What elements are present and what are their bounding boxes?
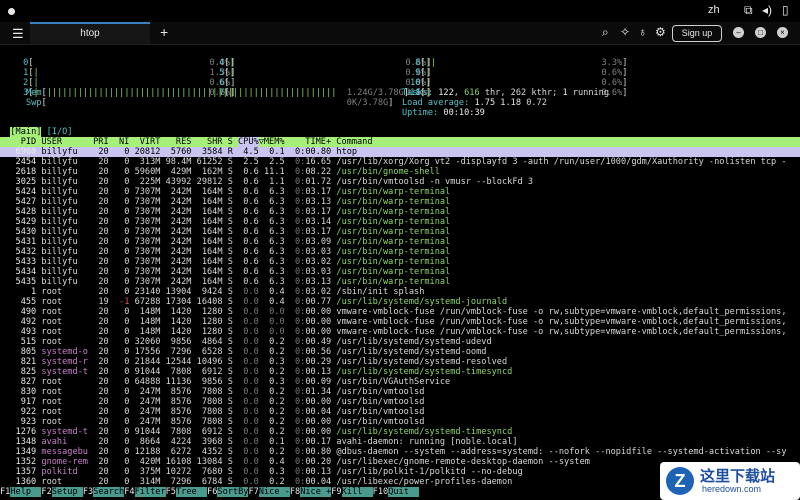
cpu-meter: 0[ 0.0%] — [18, 58, 236, 68]
process-row[interactable]: 5427 billyfu 20 0 7307M 242M 164M S 0.6 … — [0, 197, 451, 207]
battery-icon[interactable]: ▯ — [782, 3, 789, 17]
process-row[interactable]: 490 root 20 0 148M 1420 1280 S 0.0 0.0 0… — [0, 307, 787, 317]
process-row[interactable]: 515 root 20 0 32060 9856 4864 S 0.0 0.2 … — [0, 337, 492, 347]
cpu-meter: 2[| 0.6%] — [18, 78, 236, 88]
fkey-f1[interactable]: F1Help — [0, 487, 42, 497]
process-row[interactable]: 5435 billyfu 20 0 7307M 242M 164M S 0.6 … — [0, 277, 451, 287]
process-row[interactable]: 2454 billyfu 20 0 313M 98.4M 61252 S 2.5… — [0, 157, 787, 167]
process-row[interactable]: 5424 billyfu 20 0 7307M 242M 164M S 0.6 … — [0, 187, 451, 197]
watermark: Z 这里下载站 heredown.com — [660, 462, 800, 500]
process-row[interactable]: 5433 billyfu 20 0 7307M 242M 164M S 0.6 … — [0, 257, 451, 267]
process-row[interactable]: 5430 billyfu 20 0 7307M 242M 164M S 0.6 … — [0, 227, 451, 237]
process-row[interactable]: 2618 billyfu 20 0 5960M 429M 162M S 0.6 … — [0, 167, 440, 177]
cpu-meter: 6[ 0.0%] — [214, 78, 432, 88]
fkey-f9[interactable]: F9Kill — [331, 487, 373, 497]
process-row[interactable]: 830 root 20 0 247M 8576 7808 S 0.0 0.2 0… — [0, 387, 425, 397]
close-icon[interactable]: × — [777, 27, 788, 38]
tab-main-label: Main — [15, 127, 37, 137]
warp-title-bar: ☰ htop + ⌕ ✧ ♁ ⚙ Sign up – □ × — [0, 22, 800, 45]
process-row[interactable]: 492 root 20 0 148M 1420 1280 S 0.0 0.0 0… — [0, 317, 787, 327]
minimize-icon[interactable]: – — [733, 27, 744, 38]
process-row[interactable]: 5428 billyfu 20 0 7307M 242M 164M S 0.6 … — [0, 207, 451, 217]
sign-up-button[interactable]: Sign up — [672, 25, 722, 42]
tab-io-label: I/O — [51, 127, 68, 137]
load-average: Load average: 1.75 1.18 0.72 — [402, 98, 547, 108]
process-row[interactable]: 1352 gnome-rem 20 0 420M 16108 13084 S 0… — [0, 457, 590, 467]
fkey-f3[interactable]: F3Search — [83, 487, 125, 497]
volume-icon[interactable]: ◂) — [762, 3, 772, 17]
desktop-window: zh ⧉ ◂) ▯ ☰ htop + ⌕ ✧ ♁ ⚙ Sign up – □ ×… — [0, 0, 800, 500]
cpu-meter: 1[| 1.3%] — [18, 68, 236, 78]
input-language[interactable]: zh — [708, 4, 720, 16]
process-row[interactable]: 6960 billyfu 20 0 20812 5760 3584 R 4.5 … — [0, 147, 800, 157]
process-row[interactable]: 1360 root 20 0 314M 7296 6784 S 0.0 0.2 … — [0, 477, 513, 487]
cpu-meter: 10[| 0.6%] — [410, 78, 628, 88]
tab-htop[interactable]: htop — [30, 22, 150, 44]
process-row[interactable]: 1357 polkitd 20 0 375M 10272 7680 S 0.0 … — [0, 467, 523, 477]
fkey-f8[interactable]: F8Nice + — [290, 487, 332, 497]
cpu-meter: 4[| 0.6%] — [214, 58, 432, 68]
process-row[interactable]: 923 root 20 0 247M 8576 7808 S 0.0 0.2 0… — [0, 417, 425, 427]
tab-label: htop — [80, 28, 100, 39]
process-row[interactable]: 825 systemd-t 20 0 91044 7808 6912 S 0.0… — [0, 367, 513, 377]
process-row[interactable]: 5434 billyfu 20 0 7307M 242M 164M S 0.6 … — [0, 267, 451, 277]
watermark-title: 这里下载站 — [700, 468, 776, 485]
watermark-logo: Z — [666, 467, 694, 495]
maximize-icon[interactable]: □ — [755, 27, 766, 38]
process-row[interactable]: 493 root 20 0 148M 1420 1280 S 0.0 0.0 0… — [0, 327, 787, 337]
column-header[interactable]: PID USER PRI NI VIRT RES SHR S CPU%▽MEM%… — [0, 137, 800, 147]
fkey-f7[interactable]: F7Nice - — [248, 487, 290, 497]
process-row[interactable]: 5429 billyfu 20 0 7307M 242M 164M S 0.6 … — [0, 217, 451, 227]
lightbulb-icon[interactable]: ♁ — [638, 25, 647, 39]
new-tab-plus-icon[interactable]: + — [160, 24, 168, 40]
swap-meter: Swp[ 0K/3.78G] — [26, 98, 394, 108]
process-row[interactable]: 805 systemd-o 20 0 17556 7296 6528 S 0.0… — [0, 347, 487, 357]
activities-indicator[interactable] — [8, 8, 15, 15]
tab-io[interactable]: [I/O] — [47, 127, 73, 137]
process-row[interactable]: 827 root 20 0 64888 11136 9856 S 0.0 0.3… — [0, 377, 451, 387]
process-row[interactable]: 821 systemd-r 20 0 21844 12544 10496 S 0… — [0, 357, 507, 367]
os-top-bar: zh ⧉ ◂) ▯ — [0, 0, 800, 22]
htop-tabs: [Main] [I/O] — [0, 127, 73, 137]
fkey-f4[interactable]: F4Filter — [124, 487, 166, 497]
ai-sparkle-icon[interactable]: ✧ — [620, 25, 630, 39]
fkey-f10[interactable]: F10Quit — [373, 487, 420, 497]
cpu-meter: 9[| 0.6%] — [410, 68, 628, 78]
cpu-meter: 8[|| 3.3%] — [410, 58, 628, 68]
process-row[interactable]: 5432 billyfu 20 0 7307M 242M 164M S 0.6 … — [0, 247, 451, 257]
cpu-meter: 5[| 0.6%] — [214, 68, 432, 78]
watermark-url: heredown.com — [702, 484, 762, 494]
gear-icon[interactable]: ⚙ — [655, 25, 666, 39]
fkey-f6[interactable]: F6SortBy — [207, 487, 249, 497]
fkey-f5[interactable]: F5Tree — [166, 487, 208, 497]
process-row[interactable]: 1 root 20 0 23140 13904 9424 S 0.0 0.4 0… — [0, 287, 424, 297]
process-row[interactable]: 1349 messagebu 20 0 12188 6272 4352 S 0.… — [0, 447, 787, 457]
tasks-summary: Tasks: 122, 616 thr, 262 kthr; 1 running — [402, 88, 610, 98]
terminal-area[interactable]: 0[ 0.0%] 1[| 1.3%] 2[| 0.6%] 3[| 0.6%] 4… — [0, 45, 800, 500]
uptime: Uptime: 00:10:39 — [402, 108, 485, 118]
process-row[interactable]: 3025 billyfu 20 0 225M 43992 29812 S 0.6… — [0, 177, 534, 187]
network-icon[interactable]: ⧉ — [744, 3, 753, 18]
search-icon[interactable]: ⌕ — [602, 25, 609, 40]
process-row[interactable]: 455 root 19 -1 67288 17304 16408 S 0.0 0… — [0, 297, 507, 307]
mem-meter: Mem[||||||||||||||||||||||||||||||||||||… — [26, 88, 409, 98]
process-row[interactable]: 922 root 20 0 247M 8576 7808 S 0.0 0.2 0… — [0, 407, 425, 417]
fkey-f2[interactable]: F2Setup — [41, 487, 83, 497]
tab-main[interactable]: [Main] — [10, 127, 42, 137]
process-row[interactable]: 5431 billyfu 20 0 7307M 242M 164M S 0.6 … — [0, 237, 451, 247]
process-row[interactable]: 1348 avahi 20 0 8664 4224 3968 S 0.0 0.1… — [0, 437, 518, 447]
process-row[interactable]: 917 root 20 0 247M 8576 7808 S 0.0 0.2 0… — [0, 397, 425, 407]
process-row[interactable]: 1276 systemd-t 20 0 91044 7808 6912 S 0.… — [0, 427, 513, 437]
hamburger-menu-icon[interactable]: ☰ — [12, 26, 24, 42]
